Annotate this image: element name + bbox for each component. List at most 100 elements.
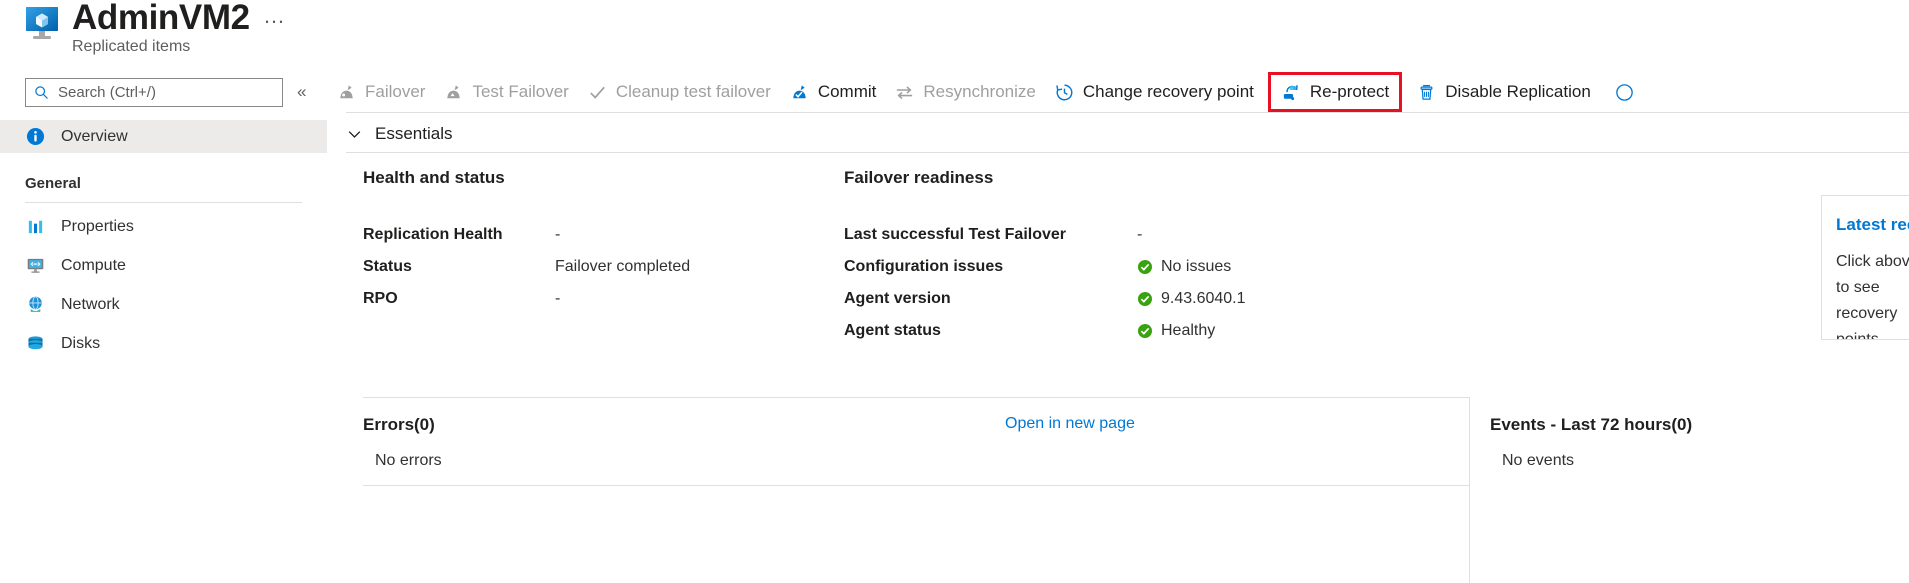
more-menu-button[interactable]: … [263,6,287,26]
sidebar-group-divider [25,202,302,203]
events-panel-title: Events - Last 72 hours(0) [1490,415,1909,435]
sidebar-item-overview-label: Overview [61,128,128,146]
configuration-issues-value-wrap: No issues [1137,258,1231,276]
sidebar-item-overview[interactable]: Overview [0,120,327,153]
toolbar-divider [346,112,1909,113]
sidebar-item-properties[interactable]: Properties [0,210,327,243]
bottom-divider [363,397,1469,398]
blade-content: Failover Test Failover [327,0,1909,583]
agent-version-value-wrap: 9.43.6040.1 [1137,290,1246,308]
disable-replication-button[interactable]: Disable Replication [1407,75,1600,109]
sidebar-item-disks[interactable]: Disks [0,327,327,360]
cleanup-test-failover-button[interactable]: Cleanup test failover [578,75,780,109]
sidebar-item-compute-label: Compute [61,257,126,275]
disks-icon [26,334,45,353]
replication-health-label: Replication Health [363,226,555,244]
search-input[interactable] [56,83,256,102]
health-and-status-section: Health and status Replication Health - S… [363,168,833,315]
last-successful-test-failover-label: Last successful Test Failover [844,226,1137,244]
azure-portal-blade: AdminVM2 … Replicated items « [0,0,1909,583]
sidebar-item-properties-label: Properties [61,218,134,236]
property-row: Agent version 9.43.6040.1 [844,283,1484,315]
change-recovery-point-button[interactable]: Change recovery point [1045,75,1263,109]
success-check-icon [1137,291,1153,307]
errors-panel-empty-text: No errors [375,452,1063,470]
clock-history-icon [1054,82,1075,103]
test-failover-button-label: Test Failover [472,82,568,102]
configuration-issues-label: Configuration issues [844,258,1137,276]
more-commands-icon[interactable] [1614,82,1635,103]
resynchronize-button[interactable]: Resynchronize [885,75,1044,109]
failover-button[interactable]: Failover [327,75,434,109]
test-failover-icon [443,82,464,103]
disable-replication-button-label: Disable Replication [1445,82,1591,102]
chevron-down-icon [346,126,363,143]
property-row: Agent status Healthy [844,315,1484,347]
agent-status-label: Agent status [844,322,1137,340]
rpo-value: - [555,290,560,308]
events-panel: Events - Last 72 hours(0) No events [1490,415,1909,470]
failover-icon [336,82,357,103]
property-row: RPO - [363,283,833,315]
resynchronize-icon [894,82,915,103]
failover-button-label: Failover [365,82,425,102]
sidebar-item-compute[interactable]: Compute [0,249,327,282]
events-panel-empty-text: No events [1502,452,1909,470]
change-recovery-point-button-label: Change recovery point [1083,82,1254,102]
sidebar-item-network-label: Network [61,296,120,314]
search-box[interactable] [25,78,283,107]
agent-version-value: 9.43.6040.1 [1161,290,1246,308]
property-row: Last successful Test Failover - [844,219,1484,251]
latest-recovery-points-card: Latest recovery points Click above to se… [1821,195,1909,340]
replication-health-value: - [555,226,560,244]
property-row: Status Failover completed [363,251,833,283]
commit-icon [789,82,810,103]
errors-panel-divider [363,485,1469,486]
re-protect-button-label: Re-protect [1310,82,1389,102]
essentials-label: Essentials [375,124,452,144]
cleanup-test-failover-button-label: Cleanup test failover [616,82,771,102]
test-failover-button[interactable]: Test Failover [434,75,577,109]
page-subtitle: Replicated items [72,38,190,56]
configuration-issues-value: No issues [1161,258,1231,276]
failover-readiness-heading: Failover readiness [844,168,1484,188]
search-icon [34,85,49,100]
rpo-label: RPO [363,290,555,308]
health-and-status-heading: Health and status [363,168,833,188]
collapse-sidebar-button[interactable]: « [297,83,306,101]
latest-recovery-points-body: Click above to see recovery points. [1836,249,1909,340]
sidebar-item-network[interactable]: Network [0,288,327,321]
commit-button[interactable]: Commit [780,75,886,109]
trash-icon [1416,82,1437,103]
agent-status-value: Healthy [1161,322,1215,340]
agent-version-label: Agent version [844,290,1137,308]
checkmark-icon [587,82,608,103]
failover-readiness-section: Failover readiness Last successful Test … [844,168,1484,347]
sidebar-item-disks-label: Disks [61,335,100,353]
virtual-machine-icon [23,6,61,42]
blade-sidebar: AdminVM2 … Replicated items « [0,0,327,583]
re-protect-button[interactable]: Re-protect [1268,72,1402,112]
page-title: AdminVM2 [72,0,250,38]
essentials-divider [346,152,1909,153]
latest-recovery-points-title: Latest recovery points [1836,215,1909,235]
success-check-icon [1137,259,1153,275]
property-row: Configuration issues No issues [844,251,1484,283]
property-row: Replication Health - [363,219,833,251]
open-in-new-page-link[interactable]: Open in new page [1005,415,1135,433]
success-check-icon [1137,323,1153,339]
last-successful-test-failover-value: - [1137,226,1142,244]
panels-vertical-divider [1469,397,1470,583]
sidebar-group-general-label: General [25,175,81,192]
blade-header: AdminVM2 … Replicated items [20,0,320,62]
resynchronize-button-label: Resynchronize [923,82,1035,102]
errors-panel-title: Errors(0) [363,415,1063,435]
info-icon [26,127,45,146]
properties-icon [26,217,45,236]
re-protect-icon [1281,82,1302,103]
agent-status-value-wrap: Healthy [1137,322,1215,340]
errors-panel: Errors(0) No errors [363,415,1063,470]
essentials-toggle[interactable]: Essentials [346,120,452,148]
command-toolbar: Failover Test Failover [327,73,1909,111]
status-label: Status [363,258,555,276]
